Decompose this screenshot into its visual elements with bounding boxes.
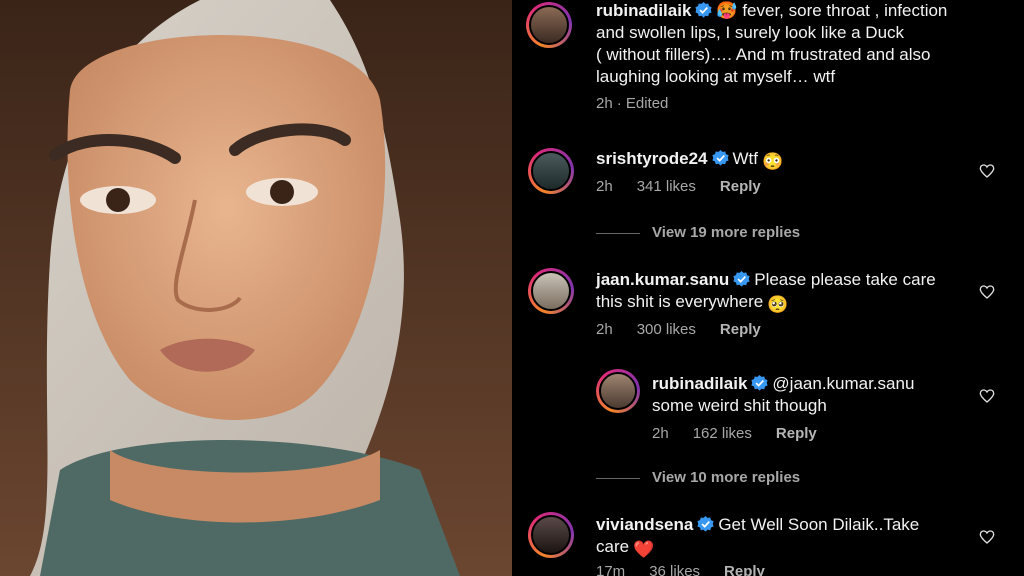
caption-line-1: fever, sore throat , infection [742,1,948,20]
post-photo [0,0,512,576]
heart-icon[interactable] [979,163,995,179]
view-more-replies[interactable]: View 10 more replies [596,469,800,486]
comment-meta: 17m 36 likes Reply [596,563,789,576]
reply-button[interactable]: Reply [724,563,765,576]
comment-body-line-1: Please please take care [754,270,936,289]
avatar[interactable] [526,2,572,48]
caption-line-4: laughing looking at myself… wtf [596,67,836,86]
post-caption: rubinadilaik 🥵 fever, sore throat , infec… [596,0,1016,88]
comment-emoji: 🥺 [767,295,789,314]
reply-button[interactable]: Reply [776,425,817,442]
post-username[interactable]: rubinadilaik [596,1,691,20]
view-more-label: View 19 more replies [652,224,801,241]
comment-username[interactable]: srishtyrode24 [596,149,708,168]
caption-line-2: and swollen lips, I surely look like a D… [596,23,905,42]
heart-icon[interactable] [979,284,995,300]
reply-likes[interactable]: 162 likes [693,425,752,442]
comment-time: 2h [596,178,613,195]
comment-emoji: 😳 [762,152,784,171]
avatar[interactable] [528,148,574,194]
comment-time: 2h [596,321,613,338]
verified-badge-icon [733,271,750,287]
comment-time: 17m [596,563,626,576]
comment-username[interactable]: jaan.kumar.sanu [596,270,729,289]
post-edited: · Edited [616,95,669,112]
selfie-illustration [0,0,512,576]
post-meta: 2h · Edited [596,95,692,112]
heart-icon[interactable] [979,529,995,545]
post-time: 2h [596,95,613,112]
reply-button[interactable]: Reply [720,178,761,195]
view-more-label: View 10 more replies [652,469,801,486]
heart-icon[interactable] [979,388,995,404]
comment-text: viviandsena Get Well Soon Dilaik..Take ca… [596,514,976,561]
caption-line-3: ( without fillers)…. And m frustrated an… [596,45,931,64]
caption-emoji: 🥵 [716,1,738,20]
verified-badge-icon [751,375,768,391]
comment-body-line-1: Get Well Soon Dilaik..Take [718,515,920,534]
avatar[interactable] [596,369,640,413]
verified-badge-icon [711,150,729,166]
comment-body: Wtf [732,149,759,168]
comments-panel: rubinadilaik 🥵 fever, sore throat , infec… [512,0,1024,576]
comment-likes[interactable]: 300 likes [637,321,696,338]
verified-badge-icon [695,2,712,18]
comment-likes[interactable]: 341 likes [637,178,696,195]
comment-text: srishtyrode24 Wtf 😳 [596,148,976,173]
view-more-replies[interactable]: View 19 more replies [596,224,800,241]
comment-meta: 2h 341 likes Reply [596,178,785,195]
comment-likes[interactable]: 36 likes [649,563,700,576]
reply-time: 2h [652,425,669,442]
reply-button[interactable]: Reply [720,321,761,338]
comment-text: jaan.kumar.sanu Please please take care t… [596,269,976,316]
reply-body: some weird shit though [652,396,827,415]
comment-meta: 2h 300 likes Reply [596,321,785,338]
comment-username[interactable]: viviandsena [596,515,693,534]
verified-badge-icon [697,516,714,532]
comment-body-line-2: this shit is everywhere [596,292,764,311]
reply-mention[interactable]: @jaan.kumar.sanu [772,374,914,393]
comment-emoji: ❤️ [633,540,655,559]
avatar[interactable] [528,512,574,558]
comment-body-line-2: care [596,537,630,556]
reply-text: rubinadilaik @jaan.kumar.sanu some weird … [652,373,982,417]
avatar[interactable] [528,268,574,314]
reply-username[interactable]: rubinadilaik [652,374,747,393]
reply-meta: 2h 162 likes Reply [652,425,841,442]
